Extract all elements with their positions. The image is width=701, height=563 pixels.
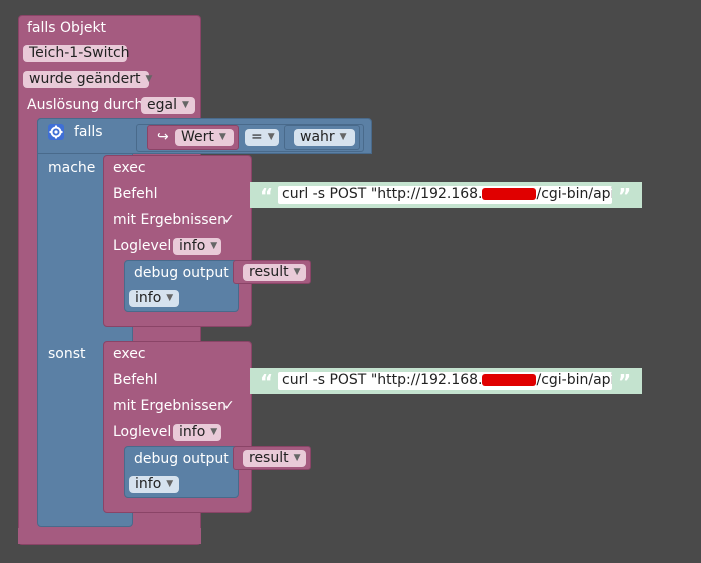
command-label: Befehl bbox=[113, 372, 158, 388]
command-prefix: curl -s POST "http://192.168. bbox=[282, 372, 483, 388]
trigger-by-label: Auslösung durch bbox=[27, 97, 144, 113]
operator-dropdown[interactable]: = ▼ bbox=[245, 129, 279, 146]
operator-value: = bbox=[251, 129, 263, 145]
redaction-mark bbox=[482, 374, 537, 386]
loglevel-label: Loglevel bbox=[113, 238, 172, 254]
loglevel-dropdown[interactable]: info ▼ bbox=[173, 424, 221, 441]
dropdown-arrow-icon: ▼ bbox=[166, 479, 174, 489]
dropdown-arrow-icon: ▼ bbox=[145, 74, 153, 84]
debug-level-dropdown[interactable]: info ▼ bbox=[129, 476, 179, 493]
exec-title: exec bbox=[113, 346, 146, 362]
dropdown-arrow-icon: ▼ bbox=[210, 427, 218, 437]
dropdown-arrow-icon: ▼ bbox=[339, 132, 347, 142]
dropdown-arrow-icon: ▼ bbox=[267, 132, 275, 142]
object-name-field[interactable]: Teich-1-Switch bbox=[23, 45, 130, 62]
then-label: mache bbox=[48, 160, 96, 176]
variable-value: Wert bbox=[181, 129, 214, 145]
object-name: Teich-1-Switch bbox=[29, 45, 130, 61]
event-value: wurde geändert bbox=[29, 71, 141, 87]
trigger-by-dropdown[interactable]: egal ▼ bbox=[141, 97, 195, 114]
dropdown-arrow-icon: ▼ bbox=[293, 453, 301, 463]
dropdown-arrow-icon: ▼ bbox=[293, 267, 301, 277]
with-results-checkbox[interactable]: ✓ bbox=[223, 397, 235, 415]
boolean-dropdown[interactable]: wahr ▼ bbox=[294, 129, 355, 146]
else-label: sonst bbox=[48, 346, 86, 362]
loglevel-dropdown[interactable]: info ▼ bbox=[173, 238, 221, 255]
dropdown-arrow-icon: ▼ bbox=[218, 132, 226, 142]
with-results-label: mit Ergebnissen bbox=[113, 212, 227, 228]
if-label: falls bbox=[74, 124, 103, 140]
event-dropdown[interactable]: wurde geändert ▼ bbox=[23, 71, 153, 88]
command-input[interactable]: curl -s POST "http://192.168. /cgi-bin/ap… bbox=[278, 372, 612, 390]
command-suffix: /cgi-bin/api… bbox=[536, 186, 612, 202]
trigger-by-value: egal bbox=[147, 97, 177, 113]
command-input[interactable]: curl -s POST "http://192.168. /cgi-bin/ap… bbox=[278, 186, 612, 204]
open-quote-icon: “ bbox=[260, 370, 274, 394]
dropdown-arrow-icon: ▼ bbox=[166, 293, 174, 303]
dropdown-arrow-icon: ▼ bbox=[181, 100, 189, 110]
with-results-checkbox[interactable]: ✓ bbox=[223, 211, 235, 229]
debug-level-value: info bbox=[135, 476, 162, 492]
result-value: result bbox=[249, 264, 289, 280]
redaction-mark bbox=[482, 188, 537, 200]
command-prefix: curl -s POST "http://192.168. bbox=[282, 186, 483, 202]
close-quote-icon: ” bbox=[618, 370, 632, 394]
loglevel-value: info bbox=[179, 424, 206, 440]
exec-title: exec bbox=[113, 160, 146, 176]
loglevel-value: info bbox=[179, 238, 206, 254]
return-arrow-icon: ↪ bbox=[157, 129, 169, 145]
boolean-value: wahr bbox=[300, 129, 335, 145]
dropdown-arrow-icon: ▼ bbox=[210, 241, 218, 251]
result-dropdown[interactable]: result ▼ bbox=[243, 450, 306, 467]
with-results-label: mit Ergebnissen bbox=[113, 398, 227, 414]
loglevel-label: Loglevel bbox=[113, 424, 172, 440]
debug-level-value: info bbox=[135, 290, 162, 306]
trigger-block-footer bbox=[18, 528, 201, 544]
command-label: Befehl bbox=[113, 186, 158, 202]
variable-dropdown[interactable]: Wert ▼ bbox=[175, 129, 234, 146]
debug-level-dropdown[interactable]: info ▼ bbox=[129, 290, 179, 307]
open-quote-icon: “ bbox=[260, 184, 274, 208]
debug-label: debug output bbox=[134, 265, 229, 281]
debug-label: debug output bbox=[134, 451, 229, 467]
command-suffix: /cgi-bin/api… bbox=[536, 372, 612, 388]
result-value: result bbox=[249, 450, 289, 466]
gear-icon[interactable] bbox=[48, 124, 64, 140]
close-quote-icon: ” bbox=[618, 184, 632, 208]
trigger-title: falls Objekt bbox=[27, 20, 107, 36]
result-dropdown[interactable]: result ▼ bbox=[243, 264, 306, 281]
